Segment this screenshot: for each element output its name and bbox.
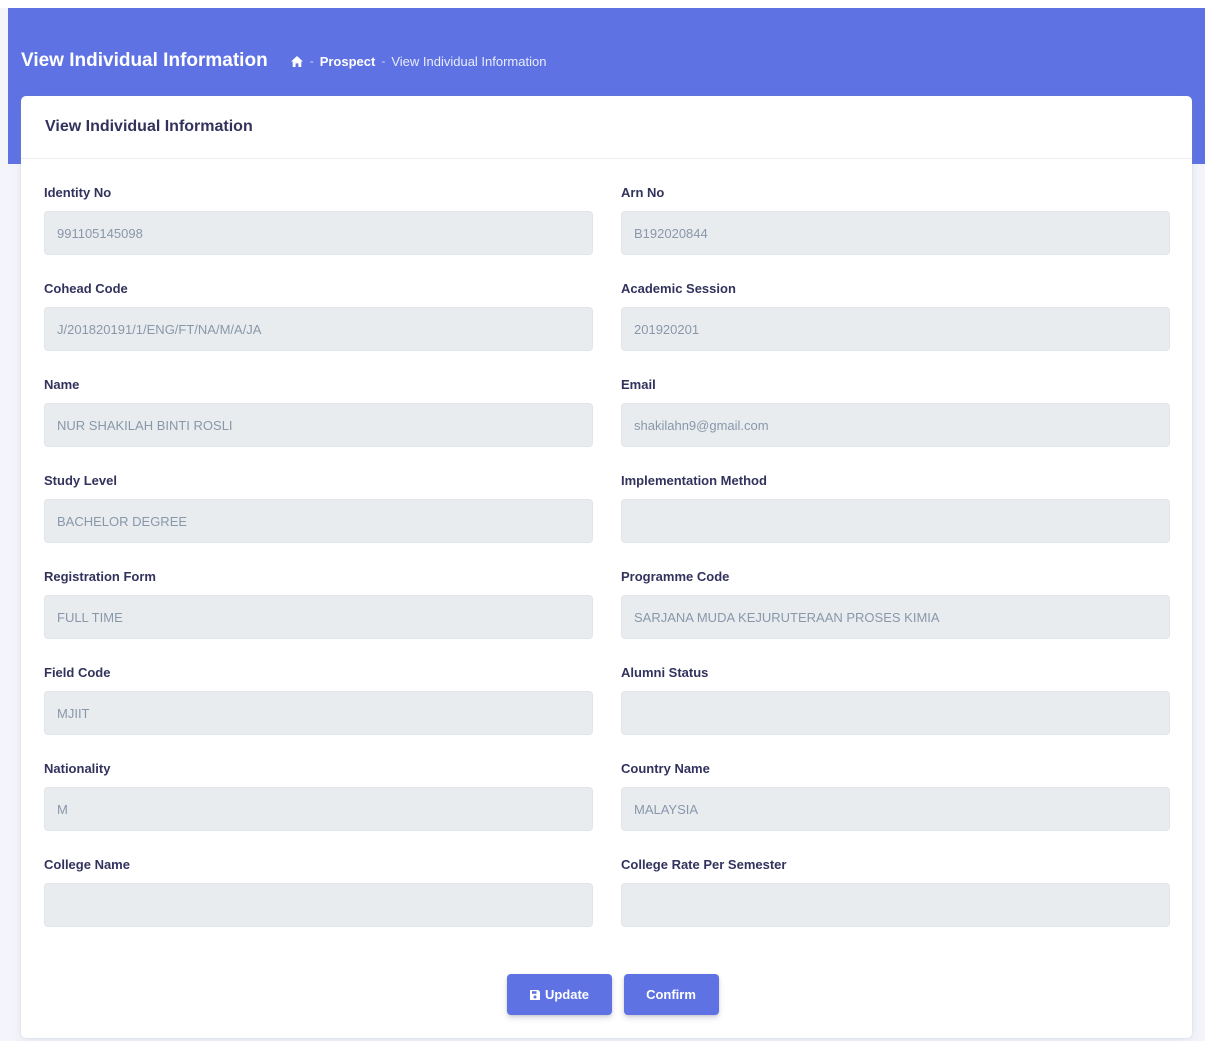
field-label: Name xyxy=(44,377,80,392)
email-input[interactable] xyxy=(621,403,1170,447)
breadcrumb-item-prospect[interactable]: Prospect xyxy=(320,54,376,69)
field-grid: Identity No Arn No Cohead Code Academic … xyxy=(44,184,1170,952)
field-row: Name Email xyxy=(44,376,1170,472)
field-academic-session: Academic Session xyxy=(621,280,1170,376)
field-field-code: Field Code xyxy=(44,664,593,760)
save-icon xyxy=(529,989,541,1001)
page-header: View Individual Information - Prospect -… xyxy=(21,46,546,76)
field-label: Alumni Status xyxy=(621,665,709,680)
field-implementation-method: Implementation Method xyxy=(621,472,1170,568)
field-row: Study Level Implementation Method xyxy=(44,472,1170,568)
college-name-input[interactable] xyxy=(44,883,593,927)
field-programme-code: Programme Code xyxy=(621,568,1170,664)
update-button[interactable]: Update xyxy=(506,974,612,1015)
field-row: College Name College Rate Per Semester xyxy=(44,856,1170,952)
page-title: View Individual Information xyxy=(21,50,268,71)
breadcrumb-separator: - xyxy=(381,54,386,68)
field-college-name: College Name xyxy=(44,856,593,952)
identity-no-input[interactable] xyxy=(44,211,593,255)
breadcrumb-separator: - xyxy=(309,54,314,68)
field-label: College Name xyxy=(44,857,130,872)
field-label: Field Code xyxy=(44,665,111,680)
breadcrumb-item-current: View Individual Information xyxy=(391,53,547,69)
country-name-input[interactable] xyxy=(621,787,1170,831)
field-code-input[interactable] xyxy=(44,691,593,735)
field-row: Identity No Arn No xyxy=(44,184,1170,280)
study-level-input[interactable] xyxy=(44,499,593,543)
field-row: Field Code Alumni Status xyxy=(44,664,1170,760)
field-row: Cohead Code Academic Session xyxy=(44,280,1170,376)
implementation-method-input[interactable] xyxy=(621,499,1170,543)
breadcrumb: - Prospect - View Individual Information xyxy=(290,53,547,69)
field-label: Cohead Code xyxy=(44,281,128,296)
home-icon[interactable] xyxy=(290,55,304,68)
name-input[interactable] xyxy=(44,403,593,447)
field-nationality: Nationality xyxy=(44,760,593,856)
field-label: Arn No xyxy=(621,185,665,200)
field-college-rate: College Rate Per Semester xyxy=(621,856,1170,952)
card-header: View Individual Information xyxy=(21,96,1192,159)
field-label: Programme Code xyxy=(621,569,730,584)
programme-code-input[interactable] xyxy=(621,595,1170,639)
field-label: Registration Form xyxy=(44,569,156,584)
field-country-name: Country Name xyxy=(621,760,1170,856)
field-arn-no: Arn No xyxy=(621,184,1170,280)
field-label: Nationality xyxy=(44,761,111,776)
field-row: Registration Form Programme Code xyxy=(44,568,1170,664)
info-card: View Individual Information Identity No … xyxy=(21,96,1192,1038)
college-rate-input[interactable] xyxy=(621,883,1170,927)
nationality-input[interactable] xyxy=(44,787,593,831)
field-email: Email xyxy=(621,376,1170,472)
confirm-button[interactable]: Confirm xyxy=(623,974,719,1015)
arn-no-input[interactable] xyxy=(621,211,1170,255)
field-alumni-status: Alumni Status xyxy=(621,664,1170,760)
field-label: Academic Session xyxy=(621,281,736,296)
field-registration-form: Registration Form xyxy=(44,568,593,664)
update-button-label: Update xyxy=(544,987,590,1002)
field-label: Implementation Method xyxy=(621,473,767,488)
registration-form-input[interactable] xyxy=(44,595,593,639)
field-cohead-code: Cohead Code xyxy=(44,280,593,376)
cohead-code-input[interactable] xyxy=(44,307,593,351)
academic-session-input[interactable] xyxy=(621,307,1170,351)
field-identity-no: Identity No xyxy=(44,184,593,280)
top-strip xyxy=(0,0,1205,8)
card-title: View Individual Information xyxy=(45,118,253,135)
form-actions: Update Confirm xyxy=(21,974,1192,1015)
field-label: Study Level xyxy=(44,473,117,488)
page: View Individual Information - Prospect -… xyxy=(0,0,1205,1041)
field-label: College Rate Per Semester xyxy=(621,857,787,872)
field-name: Name xyxy=(44,376,593,472)
field-study-level: Study Level xyxy=(44,472,593,568)
alumni-status-input[interactable] xyxy=(621,691,1170,735)
field-label: Email xyxy=(621,377,656,392)
field-label: Identity No xyxy=(44,185,112,200)
field-row: Nationality Country Name xyxy=(44,760,1170,856)
field-label: Country Name xyxy=(621,761,710,776)
